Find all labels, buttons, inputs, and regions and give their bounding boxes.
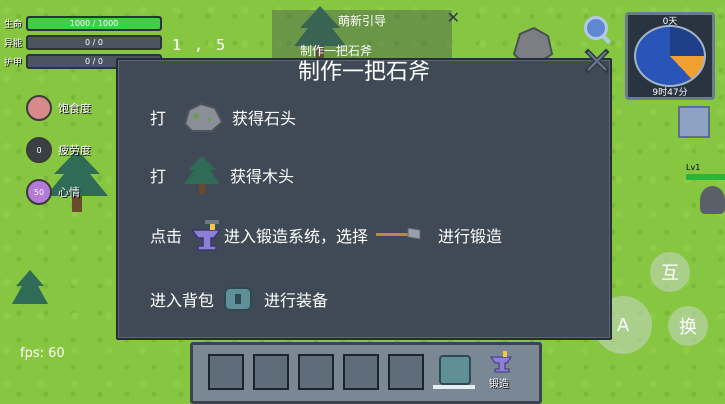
forge-anvil-icon bbox=[190, 218, 224, 252]
hp-bar: 1000 / 1000 bbox=[26, 16, 162, 31]
dialog-close-icon[interactable] bbox=[584, 48, 610, 74]
day-night-clock[interactable]: 0天 9时47分 bbox=[625, 12, 715, 100]
hp-label: 生命 bbox=[4, 20, 23, 30]
game-world: 生命 1000 / 1000 异能 0 / 0 护甲 0 / 0 1 , 5 饱… bbox=[0, 0, 725, 404]
row-stone-prefix: 打 bbox=[150, 109, 167, 128]
map-book-icon[interactable] bbox=[678, 106, 710, 138]
fps-counter: fps: 60 bbox=[20, 346, 65, 361]
day-counter: 0天 bbox=[662, 17, 678, 27]
interact-label: 互 bbox=[661, 263, 679, 284]
swap-button[interactable]: 换 bbox=[668, 306, 708, 346]
hotbar-slot[interactable] bbox=[298, 354, 334, 390]
tree-icon bbox=[182, 156, 222, 194]
instruction-row-wood: 打 获得木头 bbox=[150, 156, 294, 194]
status-food[interactable]: 饱食度 bbox=[26, 95, 91, 121]
status-mood-label: 心情 bbox=[58, 186, 80, 199]
instruction-row-equip: 进入背包 进行装备 bbox=[150, 284, 328, 314]
energy-row: 异能 0 / 0 bbox=[4, 35, 162, 50]
clock-dial bbox=[634, 25, 706, 87]
stone-axe-icon bbox=[376, 225, 422, 245]
hp-row: 生命 1000 / 1000 bbox=[4, 16, 162, 31]
row-stone-suffix: 获得石头 bbox=[232, 109, 297, 128]
interact-button[interactable]: 互 bbox=[650, 252, 690, 292]
status-mood[interactable]: 50 心情 bbox=[26, 179, 91, 205]
energy-value: 0 / 0 bbox=[85, 38, 103, 47]
row-forge-prefix: 点击 bbox=[150, 227, 183, 246]
status-fatigue[interactable]: 0 疲劳度 bbox=[26, 137, 91, 163]
hotbar: 锻造 bbox=[190, 342, 542, 404]
row-wood-prefix: 打 bbox=[150, 167, 167, 186]
attack-label: A bbox=[616, 314, 630, 336]
enemy-creature[interactable] bbox=[700, 186, 725, 214]
row-forge-middle: 进入锻造系统，选择 bbox=[224, 227, 369, 246]
row-equip-prefix: 进入背包 bbox=[150, 291, 215, 310]
mood-icon: 50 bbox=[26, 179, 52, 205]
forge-label[interactable]: 锻造 bbox=[489, 375, 509, 390]
guide-title: 萌新引导 bbox=[337, 14, 386, 28]
mood-value: 50 bbox=[33, 187, 45, 197]
instruction-row-forge: 点击 进入锻造系统，选择 进行锻造 bbox=[150, 218, 502, 252]
row-equip-suffix: 进行装备 bbox=[264, 291, 329, 310]
fatigue-icon: 0 bbox=[26, 137, 52, 163]
hotbar-slot[interactable] bbox=[343, 354, 379, 390]
hp-value: 1000 / 1000 bbox=[69, 19, 119, 28]
stone-icon bbox=[182, 100, 224, 134]
backpack-icon[interactable] bbox=[439, 355, 471, 385]
hotbar-slot[interactable] bbox=[253, 354, 289, 390]
enemy-level: Lv1 bbox=[686, 163, 701, 172]
backpack-bar bbox=[433, 385, 475, 389]
fatigue-value: 0 bbox=[36, 145, 42, 155]
row-forge-suffix: 进行锻造 bbox=[438, 227, 503, 246]
energy-label: 异能 bbox=[4, 39, 23, 49]
guide-task: 制作一把石斧 bbox=[300, 44, 373, 58]
guide-close-icon[interactable]: ✕ bbox=[447, 8, 460, 27]
hotbar-slot[interactable] bbox=[388, 354, 424, 390]
energy-bar: 0 / 0 bbox=[26, 35, 162, 50]
status-food-label: 饱食度 bbox=[58, 102, 91, 115]
swap-label: 换 bbox=[679, 317, 697, 338]
status-fatigue-label: 疲劳度 bbox=[58, 144, 91, 157]
armor-label: 护甲 bbox=[4, 58, 23, 68]
craft-guide-dialog: 制作一把石斧 打 获得石头 打 获得木头 点击 进入锻造系统，选择 进行锻造 进… bbox=[116, 58, 612, 340]
food-icon bbox=[26, 95, 52, 121]
status-list: 饱食度 0 疲劳度 50 心情 bbox=[26, 95, 91, 222]
backpack-icon bbox=[222, 284, 256, 314]
clock-time: 9时47分 bbox=[652, 88, 688, 98]
magnifier-icon[interactable] bbox=[584, 16, 608, 40]
player-coordinates: 1 , 5 bbox=[172, 36, 228, 54]
enemy-health-bar bbox=[686, 174, 725, 180]
instruction-row-stone: 打 获得石头 bbox=[150, 100, 296, 134]
dialog-title: 制作一把石斧 bbox=[297, 60, 430, 85]
forge-anvil-icon[interactable] bbox=[489, 351, 515, 373]
row-wood-suffix: 获得木头 bbox=[230, 167, 295, 186]
hotbar-slot[interactable] bbox=[208, 354, 244, 390]
